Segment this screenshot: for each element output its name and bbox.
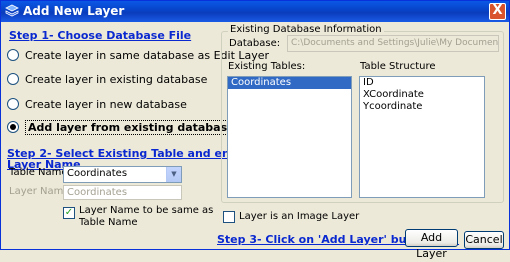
image-layer-checkbox-label: Layer is an Image Layer [239, 211, 360, 222]
cancel-button[interactable]: Cancel [464, 231, 504, 249]
table-name-value: Coordinates [67, 168, 128, 179]
add-layer-button[interactable]: Add Layer [405, 229, 458, 260]
same-name-checkbox[interactable]: ✓ [63, 207, 75, 219]
list-item: ID [363, 77, 374, 88]
radio-existing-database[interactable]: Create layer in existing database [7, 71, 207, 87]
db-info-group-title: Existing Database Information [228, 24, 384, 35]
same-name-checkbox-label-line2: Table Name [79, 217, 138, 228]
list-item: XCoordinate [363, 89, 424, 100]
table-name-select[interactable]: Coordinates ▼ [63, 166, 182, 183]
radio-new-database[interactable]: Create layer in new database [7, 96, 187, 112]
list-item: Ycoordinate [363, 101, 423, 112]
title-bar[interactable]: Add New Layer X [1, 1, 509, 22]
same-name-checkbox-label-line1: Layer Name to be same as [79, 205, 214, 216]
existing-tables-label: Existing Tables: [228, 61, 306, 72]
existing-tables-list[interactable]: Coordinates [227, 76, 352, 198]
image-layer-checkbox[interactable] [223, 211, 235, 223]
chevron-down-icon[interactable]: ▼ [166, 167, 181, 182]
radio-button[interactable] [7, 73, 19, 85]
radio-label: Create layer in existing database [25, 72, 208, 86]
database-label: Database: [229, 38, 281, 49]
radio-label: Add layer from existing database [25, 119, 238, 135]
layer-name-label: Layer Name [9, 186, 70, 197]
radio-add-from-existing[interactable]: Add layer from existing database [7, 119, 238, 135]
radio-label: Create layer in new database [25, 97, 187, 111]
table-name-label: Table Name [9, 167, 68, 178]
list-item[interactable]: Coordinates [228, 77, 351, 89]
layer-icon [5, 4, 19, 17]
close-button[interactable]: X [489, 3, 506, 20]
database-path-field: C:\Documents and Settings\Julie\My Docum… [287, 35, 499, 52]
radio-button[interactable] [7, 98, 19, 110]
table-structure-label: Table Structure [360, 61, 436, 72]
radio-button-selected[interactable] [7, 121, 19, 133]
radio-button[interactable] [7, 49, 19, 61]
table-structure-list[interactable]: ID XCoordinate Ycoordinate [359, 76, 485, 198]
window-title: Add New Layer [23, 4, 125, 18]
layer-name-input[interactable]: Coordinates [63, 185, 182, 200]
dialog-window: Add New Layer X Step 1- Choose Database … [0, 0, 510, 260]
step1-heading: Step 1- Choose Database File [9, 29, 192, 42]
